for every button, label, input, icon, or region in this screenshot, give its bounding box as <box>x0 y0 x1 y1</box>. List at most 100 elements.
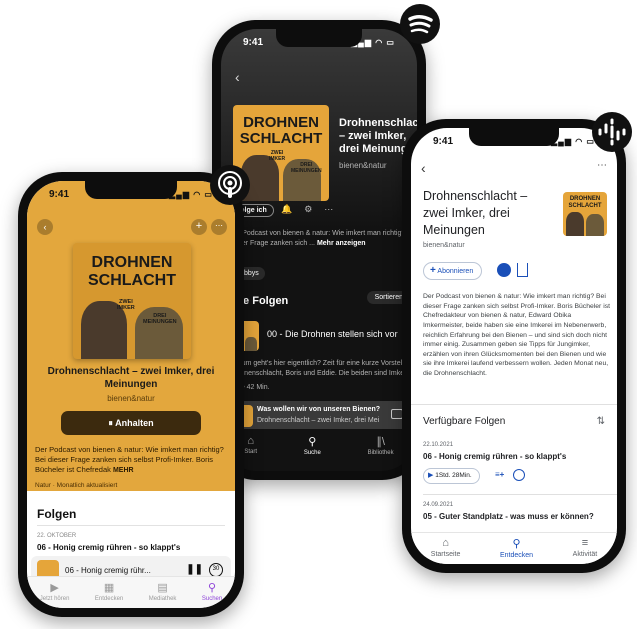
cover-sub-drei: DREI MEINUNGEN <box>143 313 177 326</box>
back-arrow-icon[interactable]: ‹ <box>421 160 426 176</box>
podcast-meta: Natur · Monatlich aktualisiert <box>35 482 118 489</box>
cover-sub-zwei: ZWEI IMKER <box>117 299 135 312</box>
divider <box>37 525 225 526</box>
nav-search[interactable]: ⚲ Suchen <box>202 581 222 608</box>
website-icon[interactable] <box>497 263 511 277</box>
host-figure-right <box>245 337 257 351</box>
episode-title[interactable]: 06 - Honig cremig rühren - so klappt's <box>37 543 180 552</box>
add-icon[interactable]: + <box>191 219 207 235</box>
skip-forward-icon[interactable]: 30 <box>209 563 223 577</box>
back-chevron-icon[interactable]: ‹ <box>235 69 240 85</box>
episode-title[interactable]: 00 - Die Drohnen stellen sich vor <box>267 329 398 339</box>
apple-podcasts-phone: 9:41 ▂▄▆ ◠ ▭ ‹ + ⋯ DROHNEN SCHLACHT ZWEI… <box>18 172 244 617</box>
cover-title-line2: SCHLACHT <box>239 130 323 147</box>
subscribe-button[interactable]: + Abonnieren <box>423 262 483 280</box>
divider <box>411 404 617 405</box>
podcast-title: Drohnenschlacht – zwei Imker, drei Meinu… <box>423 189 528 237</box>
download-icon[interactable] <box>513 469 525 481</box>
episodes-header: Folgen <box>37 507 77 521</box>
nav-library[interactable]: ▤ Mediathek <box>149 581 177 608</box>
pause-icon[interactable]: ❚❚ <box>186 564 203 575</box>
google-screen: 9:41 ▂▄▆ ◠ ▭ ‹ ⋯ Drohnenschlacht – zwei … <box>411 128 617 564</box>
episode-date: 24.09.2021 <box>423 502 454 508</box>
gear-icon[interactable]: ⚙ <box>304 204 324 214</box>
mini-player-subtitle: Drohnenschlacht – zwei Imker, drei Mei <box>257 417 380 424</box>
more-icon[interactable]: ⋯ <box>211 219 227 235</box>
play-button[interactable]: ▶ 1Std. 28Min. <box>423 468 480 484</box>
nav-search[interactable]: ⚲ Suche <box>304 435 321 471</box>
search-icon: ⚲ <box>308 436 317 448</box>
podcast-description: Der Podcast von bienen & natur: Wie imke… <box>229 230 417 248</box>
episode-title[interactable]: 06 - Honig cremig rühren - so klappt's <box>423 452 566 461</box>
podcast-cover: DROHNEN SCHLACHT <box>563 192 607 236</box>
action-icons: 🔔⚙⋯ <box>281 204 345 215</box>
episodes-header: Verfügbare Folgen <box>423 416 506 427</box>
episode-date: 22. OKTOBER <box>37 533 77 539</box>
apple-screen: 9:41 ▂▄▆ ◠ ▭ ‹ + ⋯ DROHNEN SCHLACHT ZWEI… <box>27 181 235 608</box>
notch <box>468 128 560 146</box>
cover-title-line1: DROHNEN <box>569 196 601 202</box>
host-figure-right <box>586 214 604 236</box>
marketing-collage: 9:41 ▂▄▆ ◠ ▭ ‹ DROHNEN SCHLACHT ZWEI IMKE… <box>0 0 637 629</box>
nav-browse[interactable]: ▦ Entdecken <box>95 581 123 608</box>
nav-library[interactable]: ∥\ Bibliothek <box>368 435 394 471</box>
pause-button[interactable]: ⏸ Anhalten <box>61 411 201 435</box>
more-link[interactable]: MEHR <box>113 467 134 474</box>
mini-player-title: Was wollen wir von unseren Bienen? <box>257 406 381 413</box>
library-icon: ∥\ <box>376 436 385 448</box>
nav-activity[interactable]: ≡ Aktivität <box>573 537 598 564</box>
status-time: 9:41 <box>243 36 264 48</box>
bottom-nav: ▶ Jetzt hören ▦ Entdecken ▤ Mediathek ⚲ Such… <box>27 576 235 608</box>
cover-title-line1: DROHNEN <box>243 114 319 131</box>
mini-player[interactable]: Was wollen wir von unseren Bienen? Drohn… <box>227 401 411 431</box>
host-figure-left <box>566 212 584 236</box>
cover-title-line2: SCHLACHT <box>568 203 602 209</box>
bell-icon[interactable]: 🔔 <box>281 204 304 214</box>
divider <box>423 494 617 495</box>
home-icon: ⌂ <box>442 537 449 549</box>
podcast-author[interactable]: bienen&natur <box>27 394 235 403</box>
status-time: 9:41 <box>433 135 454 147</box>
cover-title-line1: DROHNEN <box>91 254 173 271</box>
nav-explore[interactable]: ⚲ Entdecken <box>500 537 533 564</box>
more-link[interactable]: Mehr anzeigen <box>317 240 366 247</box>
cover-title-line2: SCHLACHT <box>88 272 176 289</box>
queue-icon[interactable]: ≡+ <box>495 470 504 479</box>
mini-player-title: 06 - Honig cremig rühr... <box>65 566 151 575</box>
cover-sub-drei: DREI MEINUNGEN <box>291 162 322 174</box>
notch <box>85 181 177 199</box>
podcast-title: Drohnenschlacht – zwei Imker, drei Meinu… <box>47 366 215 390</box>
more-icon[interactable]: ⋯ <box>324 204 345 214</box>
podcast-description: Der Podcast von bienen & natur: Wie imke… <box>423 293 610 378</box>
sort-icon[interactable]: ⇅ <box>597 416 605 427</box>
search-icon: ⚲ <box>208 582 217 594</box>
nav-start[interactable]: ⌂ Start <box>244 435 257 471</box>
home-icon: ⌂ <box>247 435 255 447</box>
podcast-author[interactable]: bienen&natur <box>423 242 465 249</box>
nav-listen-now[interactable]: ▶ Jetzt hören <box>40 581 70 608</box>
podcast-description: Der Podcast von bienen & natur: Wie imke… <box>35 445 224 475</box>
status-time: 9:41 <box>49 188 70 200</box>
stack-icon: ▤ <box>157 582 168 594</box>
episode-title[interactable]: 05 - Guter Standplatz - was muss er könn… <box>423 512 613 532</box>
bottom-nav: ⌂ Startseite ⚲ Entdecken ≡ Aktivität <box>411 532 617 564</box>
grid-icon: ▦ <box>103 582 115 594</box>
bottom-nav: ⌂ Start ⚲ Suche ∥\ Bibliothek <box>221 429 417 471</box>
search-icon: ⚲ <box>512 538 521 550</box>
episode-description: Worum geht's hier eigentlich? Zeit für e… <box>229 360 417 377</box>
more-icon[interactable]: ⋯ <box>597 160 607 171</box>
play-circle-icon: ▶ <box>50 582 59 594</box>
activity-icon: ≡ <box>581 537 589 549</box>
google-podcasts-phone: 9:41 ▂▄▆ ◠ ▭ ‹ ⋯ Drohnenschlacht – zwei … <box>402 119 626 573</box>
episode-date: 22.10.2021 <box>423 442 454 448</box>
podcast-author[interactable]: bienen&natur <box>339 161 387 170</box>
spotify-screen: 9:41 ▂▄▆ ◠ ▭ ‹ DROHNEN SCHLACHT ZWEI IMKE… <box>221 29 417 471</box>
notch <box>275 29 363 47</box>
play-icon: ▶ <box>428 472 434 479</box>
spotify-phone: 9:41 ▂▄▆ ◠ ▭ ‹ DROHNEN SCHLACHT ZWEI IMKE… <box>212 20 426 480</box>
back-icon[interactable]: ‹ <box>37 219 53 235</box>
share-icon[interactable] <box>517 263 528 277</box>
cover-sub-zwei: ZWEI IMKER <box>269 150 286 162</box>
nav-home[interactable]: ⌂ Startseite <box>431 537 461 564</box>
plus-icon: + <box>430 265 436 276</box>
